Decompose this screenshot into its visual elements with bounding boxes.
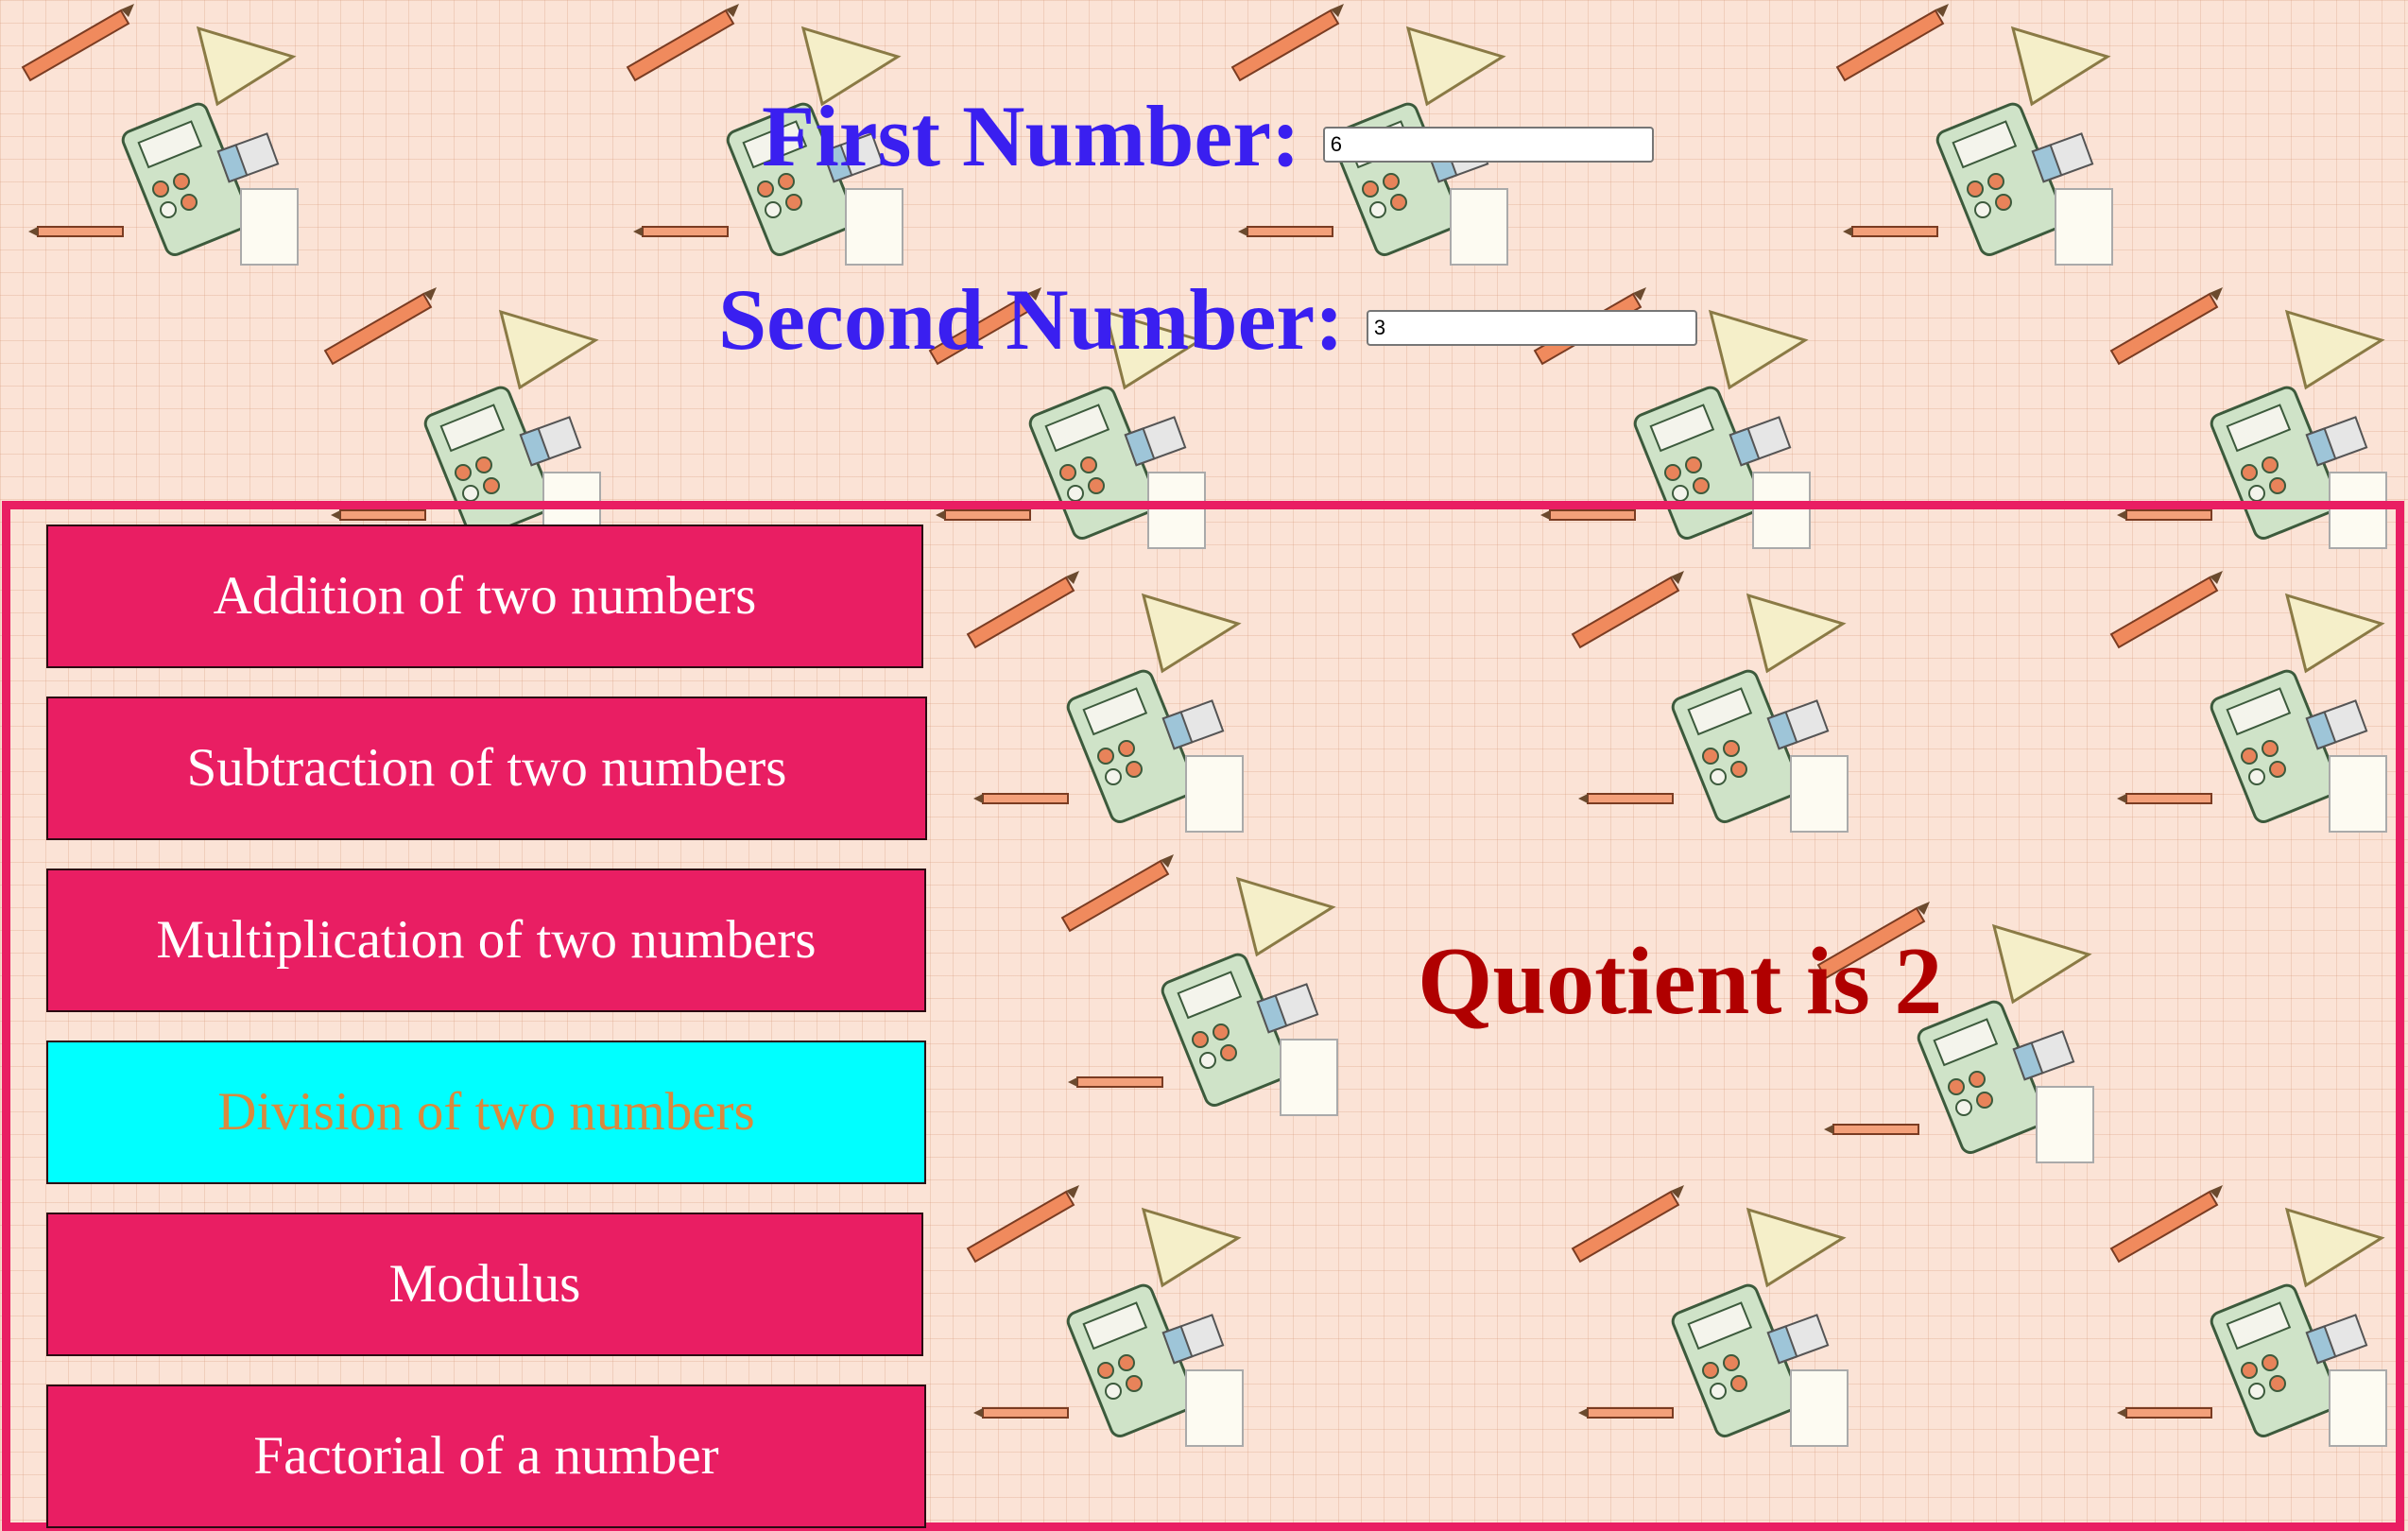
second-number-input[interactable] (1366, 310, 1697, 346)
division-button[interactable]: Division of two numbers (46, 1041, 926, 1184)
multiplication-button[interactable]: Multiplication of two numbers (46, 869, 926, 1012)
factorial-button[interactable]: Factorial of a number (46, 1385, 926, 1528)
operations-panel: Addition of two numbers Subtraction of t… (2, 501, 2404, 1531)
second-number-row: Second Number: (718, 276, 1697, 363)
first-number-label: First Number: (762, 88, 1300, 184)
subtraction-button[interactable]: Subtraction of two numbers (46, 697, 927, 840)
second-number-label: Second Number: (718, 271, 1344, 368)
first-number-input[interactable] (1322, 127, 1654, 163)
modulus-button[interactable]: Modulus (46, 1213, 923, 1356)
addition-button[interactable]: Addition of two numbers (46, 525, 923, 668)
result-text: Quotient is 2 (1418, 928, 1943, 1035)
first-number-row: First Number: (762, 93, 1654, 180)
